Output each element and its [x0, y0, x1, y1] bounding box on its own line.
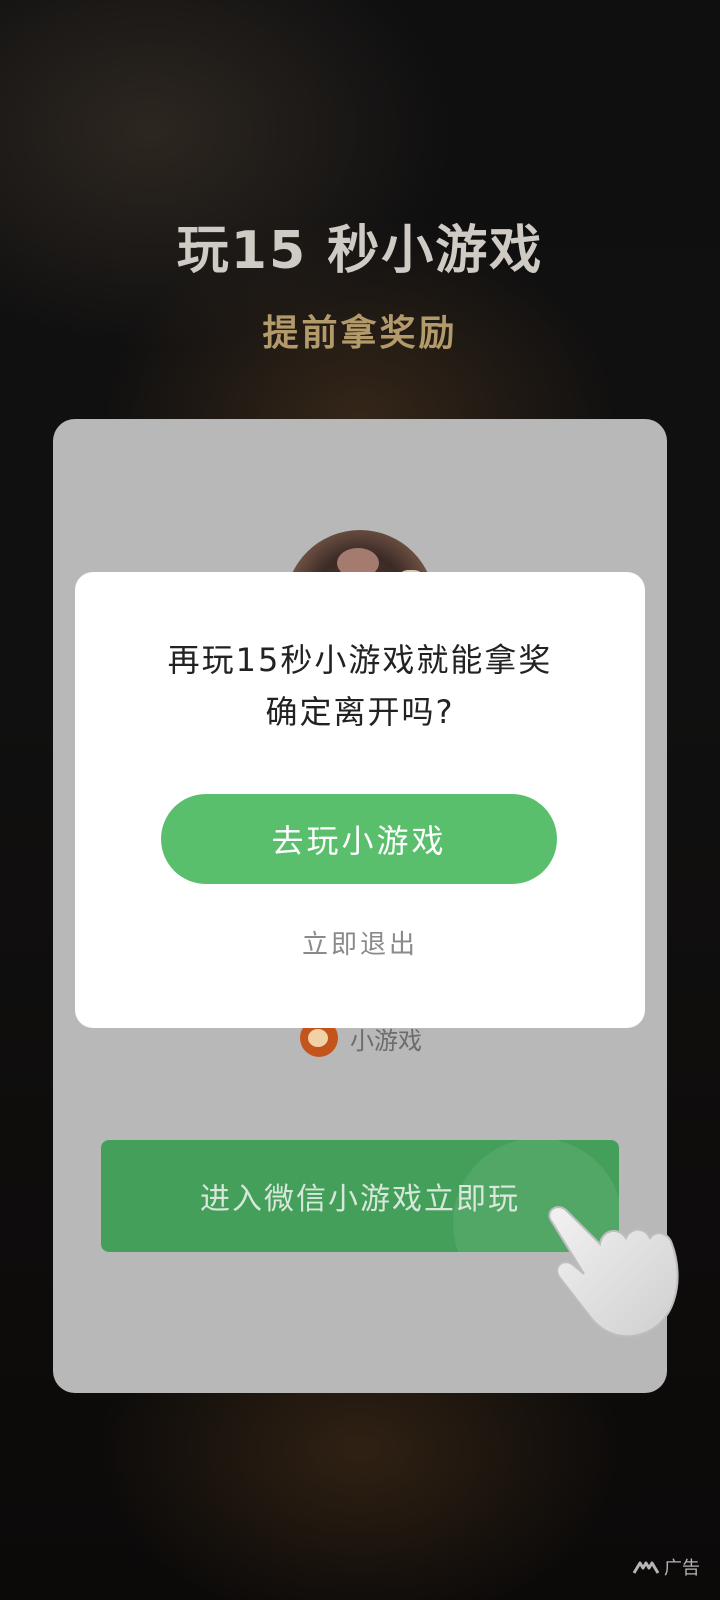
page-subtitle: 提前拿奖励: [262, 313, 458, 354]
dialog-message-line-2: 确定离开吗?: [265, 693, 455, 731]
page-title: 玩15 秒小游戏: [176, 221, 544, 281]
ad-logo-icon: [632, 1561, 660, 1574]
play-mini-game-button[interactable]: 去玩小游戏: [161, 794, 557, 884]
leave-confirm-dialog: 再玩15秒小游戏就能拿奖 确定离开吗? 去玩小游戏 立即退出: [75, 572, 645, 1028]
ad-badge: 广告: [632, 1554, 700, 1580]
dialog-message: 再玩15秒小游戏就能拿奖 确定离开吗?: [75, 634, 645, 738]
pointing-hand-icon: [548, 1206, 679, 1338]
exit-now-link[interactable]: 立即退出: [75, 924, 645, 961]
ad-label: 广告: [664, 1558, 700, 1579]
dialog-message-line-1: 再玩15秒小游戏就能拿奖: [167, 641, 553, 679]
